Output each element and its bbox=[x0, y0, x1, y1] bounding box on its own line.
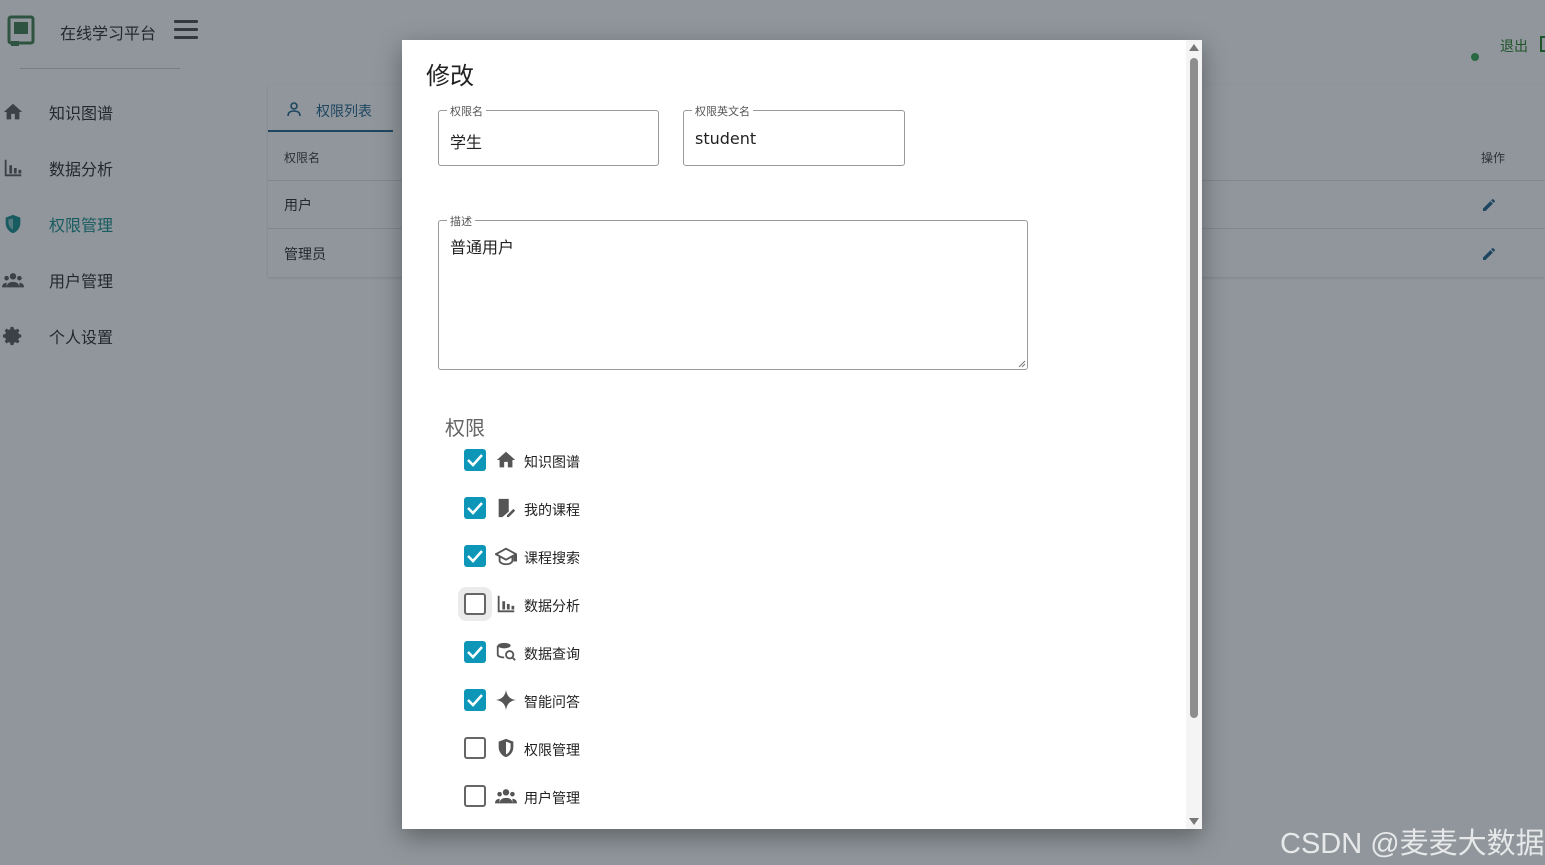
permission-label: 课程搜索 bbox=[524, 551, 580, 567]
permission-item-smart-qa[interactable]: 智能问答 bbox=[464, 689, 664, 713]
checkbox-checked[interactable] bbox=[464, 449, 486, 471]
checkbox-checked[interactable] bbox=[464, 689, 486, 711]
permission-label: 数据分析 bbox=[524, 599, 580, 615]
graduation-cap-icon bbox=[495, 547, 517, 566]
resize-handle-icon[interactable] bbox=[1018, 360, 1026, 368]
checkbox-checked[interactable] bbox=[464, 497, 486, 519]
permission-item-my-courses[interactable]: 我的课程 bbox=[464, 497, 664, 521]
permission-item-data-analysis[interactable]: 数据分析 bbox=[464, 593, 664, 617]
permission-label: 数据查询 bbox=[524, 647, 580, 663]
shield-icon bbox=[498, 738, 514, 758]
checkbox-checked[interactable] bbox=[464, 641, 486, 663]
database-search-icon bbox=[496, 642, 516, 661]
permission-item-course-search[interactable]: 课程搜索 bbox=[464, 545, 664, 569]
bar-chart-icon bbox=[497, 595, 515, 613]
permission-name-field[interactable]: 权限名 学生 bbox=[438, 103, 659, 166]
dialog-scrollbar-thumb[interactable] bbox=[1190, 58, 1198, 718]
permission-label: 知识图谱 bbox=[524, 455, 580, 471]
home-icon bbox=[496, 451, 516, 468]
permission-label: 权限管理 bbox=[524, 743, 580, 759]
checkbox-unchecked[interactable] bbox=[464, 593, 486, 615]
watermark: CSDN @麦麦大数据 bbox=[1280, 828, 1545, 860]
permission-english-name-field[interactable]: 权限英文名 student bbox=[683, 103, 905, 166]
permission-item-user-management[interactable]: 用户管理 bbox=[464, 785, 664, 809]
checkbox-unchecked[interactable] bbox=[464, 785, 486, 807]
field-label: 描述 bbox=[447, 213, 475, 229]
dialog-title: 修改 bbox=[426, 62, 474, 90]
scroll-down-arrow-icon[interactable] bbox=[1189, 818, 1199, 825]
permission-item-data-query[interactable]: 数据查询 bbox=[464, 641, 664, 665]
book-edit-icon bbox=[498, 498, 516, 518]
permission-label: 我的课程 bbox=[524, 503, 580, 519]
users-icon bbox=[495, 789, 517, 804]
field-value: student bbox=[695, 129, 757, 148]
permission-label: 智能问答 bbox=[524, 695, 580, 711]
field-value: 普通用户 bbox=[450, 238, 515, 257]
field-label: 权限英文名 bbox=[692, 103, 753, 119]
checkbox-checked[interactable] bbox=[464, 545, 486, 567]
permission-item-knowledge-graph[interactable]: 知识图谱 bbox=[464, 449, 664, 473]
permission-item-permission-management[interactable]: 权限管理 bbox=[464, 737, 664, 761]
permission-label: 用户管理 bbox=[524, 791, 580, 807]
edit-permission-dialog: 修改 权限名 学生 权限英文名 student 描述 普通用户 权限 知识图谱 … bbox=[402, 40, 1202, 829]
description-textarea[interactable]: 描述 普通用户 bbox=[438, 213, 1028, 370]
field-value: 学生 bbox=[450, 133, 483, 152]
scroll-up-arrow-icon[interactable] bbox=[1189, 44, 1199, 51]
checkbox-unchecked[interactable] bbox=[464, 737, 486, 759]
permissions-section-title: 权限 bbox=[445, 416, 485, 440]
field-label: 权限名 bbox=[447, 103, 486, 119]
sparkle-icon bbox=[495, 689, 517, 711]
